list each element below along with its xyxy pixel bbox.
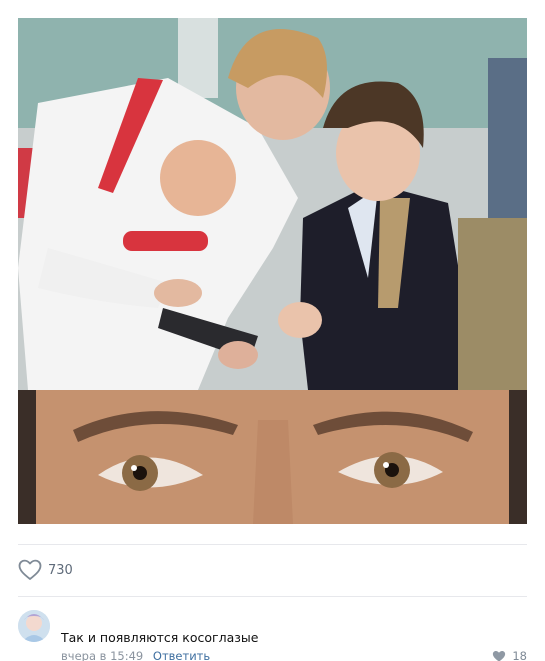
reply-link[interactable]: Ответить	[153, 649, 210, 661]
divider	[18, 544, 527, 545]
avatar[interactable]	[18, 610, 50, 642]
comment-likes-count: 18	[512, 649, 527, 661]
comment: Так и появляются косоглазые вчера в 15:4…	[18, 610, 527, 661]
comment-text: Так и появляются косоглазые	[61, 630, 259, 645]
likes-count: 730	[48, 562, 73, 578]
post-card: 730 Так и появляются косоглазые вчера в …	[0, 0, 545, 661]
comment-time: вчера в 15:49	[61, 649, 144, 661]
photo-woman-and-boy	[18, 18, 527, 390]
heart-outline-icon	[18, 559, 42, 581]
comment-like-button[interactable]: 18	[492, 649, 527, 661]
comment-meta: вчера в 15:49 Ответить	[61, 649, 210, 661]
photo-eyes-closeup	[18, 390, 527, 524]
post-image[interactable]	[18, 18, 527, 524]
heart-filled-icon	[493, 650, 506, 661]
divider	[18, 596, 527, 597]
like-button[interactable]: 730	[18, 558, 73, 582]
